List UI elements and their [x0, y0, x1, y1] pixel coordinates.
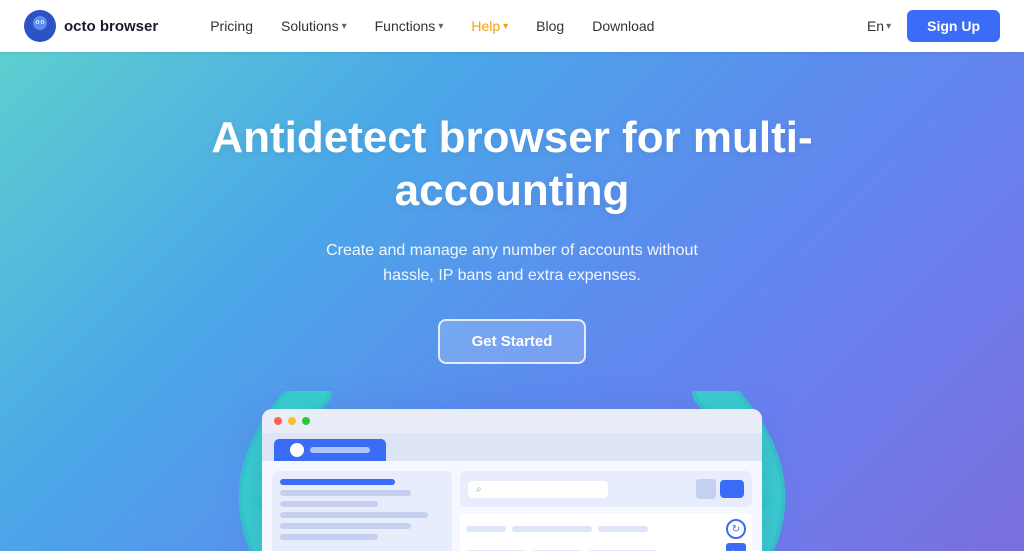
search-icon: ⌕ — [476, 484, 482, 495]
browser-window: ⌕ ↻ — [262, 409, 762, 551]
cell-2 — [512, 526, 592, 532]
play-icon: ▶ — [726, 543, 746, 551]
nav-item-pricing[interactable]: Pricing — [198, 12, 265, 40]
action-btn-blue — [720, 480, 744, 498]
tab-favicon — [290, 443, 304, 457]
nav-item-download[interactable]: Download — [580, 12, 666, 40]
maximize-dot — [302, 417, 310, 425]
browser-tab-bar — [262, 433, 762, 461]
logo[interactable]: octo browser — [24, 10, 158, 42]
browser-content: ⌕ ↻ — [262, 461, 762, 551]
sidebar-line-4 — [280, 512, 428, 518]
signup-button[interactable]: Sign Up — [907, 10, 1000, 42]
browser-titlebar — [262, 409, 762, 433]
get-started-button[interactable]: Get Started — [438, 319, 587, 364]
browser-main-area: ⌕ ↻ — [460, 471, 752, 551]
sidebar-line-3 — [280, 501, 378, 507]
nav-links: Pricing Solutions ▾ Functions ▾ Help ▾ B… — [198, 12, 867, 40]
chevron-down-icon: ▾ — [503, 21, 508, 32]
sidebar-line-2 — [280, 490, 411, 496]
nav-item-blog[interactable]: Blog — [524, 12, 576, 40]
tab-label-line — [310, 447, 370, 453]
chevron-down-icon: ▾ — [342, 21, 347, 32]
hero-title: Antidetect browser for multi-accounting — [162, 112, 862, 218]
sidebar-line-1 — [280, 479, 395, 485]
hero-section: Antidetect browser for multi-accounting … — [0, 52, 1024, 551]
refresh-icon: ↻ — [726, 519, 746, 539]
browser-mockup: ⌕ ↻ — [252, 409, 772, 551]
browser-sidebar — [272, 471, 452, 551]
nav-item-solutions[interactable]: Solutions ▾ — [269, 12, 359, 40]
browser-toolbar: ⌕ — [460, 471, 752, 507]
sidebar-line-6 — [280, 534, 378, 540]
logo-icon — [24, 10, 56, 42]
chevron-down-icon: ▾ — [438, 21, 443, 32]
hero-subtitle: Create and manage any number of accounts… — [302, 238, 722, 289]
cell-1 — [466, 526, 506, 532]
minimize-dot — [288, 417, 296, 425]
action-sq-1 — [696, 479, 716, 499]
browser-table: ↻ ▶ — [460, 513, 752, 551]
browser-action-row — [696, 479, 744, 499]
cell-3 — [598, 526, 648, 532]
nav-right: En ▾ Sign Up — [867, 10, 1000, 42]
table-row-1: ↻ — [466, 519, 746, 539]
table-row-2: ▶ — [466, 543, 746, 551]
browser-tab — [274, 439, 386, 461]
nav-item-help[interactable]: Help ▾ — [459, 12, 520, 40]
nav-item-functions[interactable]: Functions ▾ — [363, 12, 456, 40]
logo-text: octo browser — [64, 18, 158, 35]
browser-search-bar: ⌕ — [468, 481, 608, 498]
language-selector[interactable]: En ▾ — [867, 18, 891, 34]
navbar: octo browser Pricing Solutions ▾ Functio… — [0, 0, 1024, 52]
chevron-down-icon: ▾ — [886, 21, 891, 32]
sidebar-line-5 — [280, 523, 411, 529]
close-dot — [274, 417, 282, 425]
